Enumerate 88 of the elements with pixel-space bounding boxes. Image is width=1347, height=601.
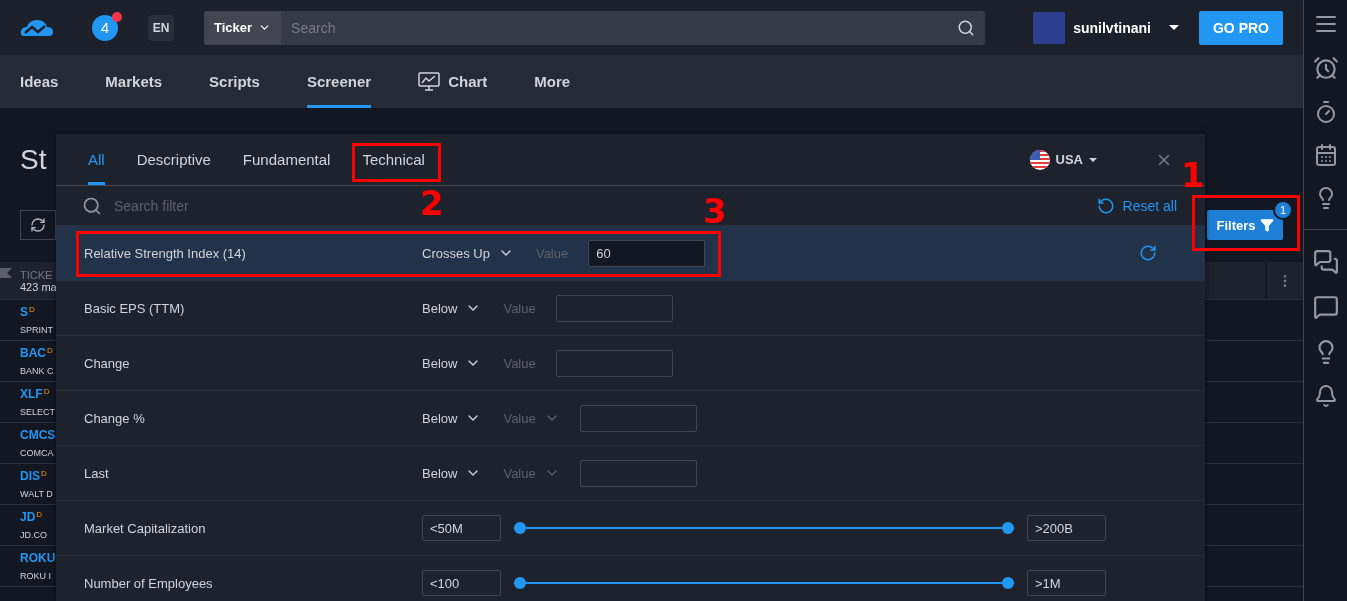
- value-label: Value: [535, 245, 569, 261]
- filter-tab[interactable]: Descriptive: [136, 134, 211, 185]
- filter-label: Change: [84, 355, 131, 371]
- callout-number: 2: [420, 186, 444, 220]
- stock-symbol[interactable]: ROKU: [20, 551, 56, 565]
- calendar-icon[interactable]: [1313, 143, 1338, 167]
- operator-dropdown[interactable]: Below: [422, 355, 482, 371]
- value-label: Value: [503, 355, 536, 371]
- stock-symbol[interactable]: XLF: [20, 387, 43, 401]
- filter-tab[interactable]: Fundamental: [242, 134, 331, 185]
- operator-dropdown[interactable]: Crosses Up: [422, 245, 514, 261]
- company-name: SELECT: [20, 407, 55, 417]
- slider-thumb[interactable]: [1002, 522, 1014, 534]
- ticker-tag-label: D: [29, 305, 35, 314]
- filter-tab[interactable]: Technical: [362, 134, 425, 185]
- page-title: St: [20, 143, 47, 177]
- chat-bubbles-icon[interactable]: [1312, 249, 1339, 275]
- ticker-tag-label: D: [36, 510, 43, 519]
- slider-thumb[interactable]: [514, 577, 526, 589]
- search-filter-field[interactable]: Search filter: [112, 196, 352, 215]
- max-field[interactable]: >1M: [1027, 570, 1106, 596]
- ticker-tag-label: D: [47, 346, 53, 355]
- chat-bubble-icon[interactable]: [1312, 294, 1339, 320]
- refresh-icon: [30, 217, 46, 233]
- max-field[interactable]: >200B: [1027, 515, 1106, 541]
- column-header[interactable]: TICKE: [20, 268, 53, 281]
- flag-icon: [0, 268, 12, 278]
- ticker-tag-label: D: [41, 469, 47, 478]
- nav-tab[interactable]: Ideas: [20, 55, 59, 108]
- value-field[interactable]: [579, 404, 697, 432]
- reset-all-link[interactable]: Reset all: [1096, 196, 1177, 215]
- value-field[interactable]: 60: [588, 239, 706, 267]
- company-name: SPRINT: [20, 325, 53, 335]
- filter-label: Last: [84, 465, 110, 481]
- company-name: BANK C: [20, 366, 54, 376]
- reset-icon: [1096, 196, 1115, 215]
- match-count: 423 ma: [20, 280, 57, 293]
- value-field[interactable]: [579, 459, 697, 487]
- username[interactable]: sunilvtinani: [1073, 19, 1151, 36]
- min-field[interactable]: <100: [422, 570, 501, 596]
- refresh-button[interactable]: [20, 210, 56, 240]
- filter-tab[interactable]: All: [88, 134, 105, 185]
- nav-tab[interactable]: Screener: [306, 55, 372, 108]
- stock-symbol[interactable]: S: [20, 305, 28, 319]
- stock-symbol[interactable]: BAC: [20, 346, 46, 360]
- alarm-clock-icon[interactable]: [1312, 55, 1339, 81]
- funnel-icon: [1259, 218, 1274, 232]
- filter-label: Basic EPS (TTM): [84, 300, 186, 316]
- flag-icon: [1029, 149, 1050, 170]
- nav-tab[interactable]: Scripts: [209, 55, 260, 108]
- slider-thumb[interactable]: [514, 522, 526, 534]
- count-badge: 1: [1273, 200, 1293, 220]
- search-icon: [82, 195, 102, 216]
- nav-tab[interactable]: Chart: [418, 55, 488, 108]
- market-dropdown[interactable]: USA: [1023, 148, 1103, 171]
- operator-dropdown[interactable]: Below: [422, 465, 482, 481]
- callout-number: 1: [1181, 158, 1205, 192]
- company-name: WALT D: [20, 489, 53, 499]
- slider-thumb[interactable]: [1002, 577, 1014, 589]
- language-button[interactable]: EN: [148, 14, 174, 41]
- value-field[interactable]: [555, 349, 673, 377]
- company-name: COMCA: [20, 448, 54, 458]
- operator-dropdown[interactable]: Below: [422, 410, 482, 426]
- company-name: ROKU I: [20, 571, 51, 581]
- caret-icon[interactable]: [1169, 25, 1179, 30]
- stock-symbol[interactable]: CMCS: [20, 428, 56, 442]
- nav-tab[interactable]: More: [534, 55, 571, 108]
- value-label: Value: [503, 300, 536, 316]
- filter-label: Relative Strength Index (14): [84, 245, 247, 261]
- bell-icon[interactable]: [1313, 384, 1338, 408]
- value-field[interactable]: [555, 294, 673, 322]
- callout-number: 3: [703, 194, 727, 228]
- filter-label: Change %: [84, 410, 146, 426]
- operator-dropdown[interactable]: Below: [422, 300, 482, 316]
- ticker-tag-label: D: [43, 387, 50, 396]
- search-field[interactable]: Ticker Search: [204, 10, 985, 45]
- search-icon[interactable]: [957, 18, 975, 37]
- filter-label: Number of Employees: [84, 575, 214, 591]
- cloud-logo-icon[interactable]: [20, 17, 54, 38]
- stock-symbol[interactable]: JD: [20, 510, 36, 524]
- min-field[interactable]: <50M: [422, 515, 501, 541]
- company-name: JD.CO: [20, 530, 47, 540]
- monitor-chart-icon: [418, 71, 441, 92]
- nav-tab[interactable]: Markets: [105, 55, 163, 108]
- scope-dropdown[interactable]: Ticker: [204, 10, 282, 45]
- stock-symbol[interactable]: DIS: [20, 469, 40, 483]
- reset-icon[interactable]: [1139, 244, 1157, 262]
- filter-label: Market Capitalization: [84, 520, 207, 536]
